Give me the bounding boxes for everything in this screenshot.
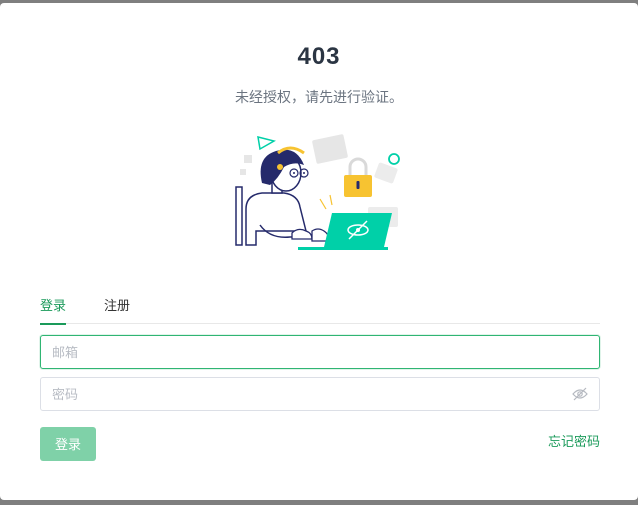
error-message: 未经授权，请先进行验证。	[235, 89, 403, 105]
auth-dialog: 403 未经授权，请先进行验证。 登录 注册 邮箱 登录 忘记密码	[0, 3, 638, 500]
eye-slash-icon[interactable]	[572, 387, 588, 401]
unauthorized-illustration	[235, 134, 400, 250]
forgot-password-link[interactable]: 忘记密码	[548, 431, 600, 450]
password-input[interactable]	[41, 378, 599, 410]
login-button[interactable]: 登录	[40, 427, 96, 461]
error-code: 403	[297, 43, 341, 70]
email-field[interactable]	[40, 335, 600, 369]
tab-login[interactable]: 登录	[40, 295, 67, 325]
email-input[interactable]	[41, 336, 599, 368]
auth-tabs: 登录 注册	[40, 285, 600, 325]
password-field[interactable]	[40, 377, 600, 411]
tab-register[interactable]: 注册	[104, 295, 130, 323]
